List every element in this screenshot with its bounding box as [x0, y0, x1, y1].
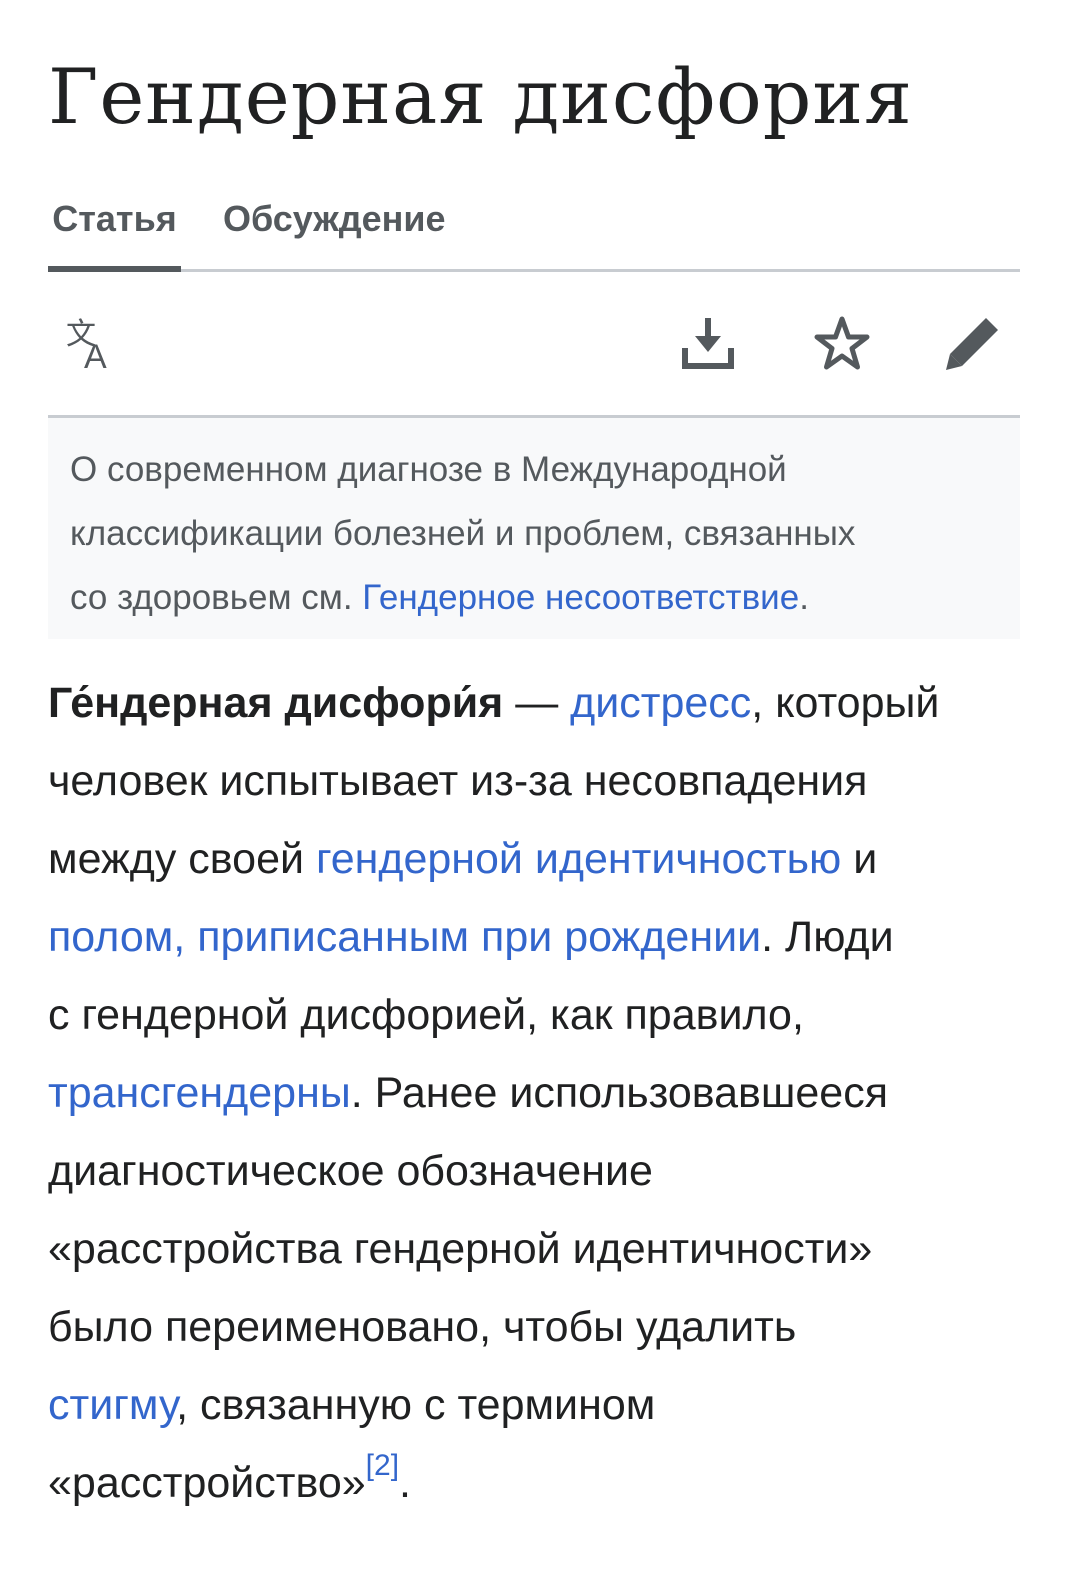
lead-line: стигму, связанную с термином: [48, 1366, 1048, 1444]
article-page: Гендерная дисфория Статья Обсуждение 文 A: [0, 0, 1080, 1587]
lead-text: .: [399, 1459, 411, 1507]
lead-paragraph: Ге́ндерная дисфори́я — дистресс, который…: [48, 664, 1048, 1522]
svg-text:A: A: [84, 338, 107, 376]
lead-line: «расстройство»[2].: [48, 1444, 1048, 1522]
reference-2-link[interactable]: [2]: [366, 1449, 399, 1482]
language-button[interactable]: 文 A: [62, 312, 126, 376]
link-transgender[interactable]: трансгендерны: [48, 1069, 351, 1117]
lead-text: . Люди: [761, 913, 894, 961]
link-sex-assigned-at-birth[interactable]: полом, приписанным при рождении: [48, 913, 761, 961]
lead-line: полом, приписанным при рождении. Люди: [48, 898, 1048, 976]
lead-line: «расстройства гендерной идентичности»: [48, 1225, 873, 1273]
lead-line: с гендерной дисфорией, как правило,: [48, 991, 804, 1039]
download-button[interactable]: [676, 312, 740, 376]
lead-line: трансгендерны. Ранее использовавшееся: [48, 1054, 1048, 1132]
link-gender-identity[interactable]: гендерной идентичностью: [316, 835, 841, 883]
hatnote-text: со здоровьем см.: [70, 578, 363, 617]
hatnote-line: О современном диагнозе в Международной: [70, 450, 787, 489]
edit-button[interactable]: [940, 312, 1004, 376]
watch-star-button[interactable]: [810, 312, 874, 376]
hatnote-line: со здоровьем см. Гендерное несоответстви…: [70, 566, 996, 630]
lead-text: , связанную с термином: [176, 1381, 656, 1429]
page-tabs: Статья Обсуждение: [48, 196, 1020, 272]
link-stigma[interactable]: стигму: [48, 1381, 176, 1429]
tab-article[interactable]: Статья: [48, 196, 181, 272]
language-icon: 文 A: [66, 317, 107, 376]
star-icon: [814, 316, 870, 370]
lead-text: , который: [751, 679, 940, 727]
lead-line: было переименовано, чтобы удалить: [48, 1303, 797, 1351]
lead-text: . Ранее использовавшееся: [350, 1069, 888, 1117]
lead-line: между своей гендерной идентичностью и: [48, 820, 1048, 898]
lead-term: Ге́ндерная дисфори́я: [48, 679, 504, 727]
lead-text: —: [503, 679, 571, 727]
download-icon: [682, 318, 734, 369]
lead-text: и: [841, 835, 878, 883]
hatnote-line: классификации болезней и проблем, связан…: [70, 514, 856, 553]
lead-line: Ге́ндерная дисфори́я — дистресс, который: [48, 664, 1048, 742]
hatnote: О современном диагнозе в Международной к…: [48, 418, 1020, 639]
lead-text: «расстройство»: [48, 1459, 366, 1507]
lead-line: диагностическое обозначение: [48, 1147, 653, 1195]
link-distress[interactable]: дистресс: [570, 679, 751, 727]
edit-pencil-icon: [946, 318, 998, 370]
hatnote-punct: .: [799, 578, 809, 617]
reference-link[interactable]: [2]: [366, 1449, 399, 1482]
lead-text: между своей: [48, 835, 316, 883]
lead-line: человек испытывает из-за несовпадения: [48, 757, 868, 805]
tab-talk[interactable]: Обсуждение: [223, 196, 446, 272]
page-actions-toolbar: 文 A: [48, 272, 1020, 418]
link-gender-incongruence[interactable]: Гендерное несоответствие: [362, 578, 799, 617]
page-title: Гендерная дисфория: [48, 52, 913, 141]
